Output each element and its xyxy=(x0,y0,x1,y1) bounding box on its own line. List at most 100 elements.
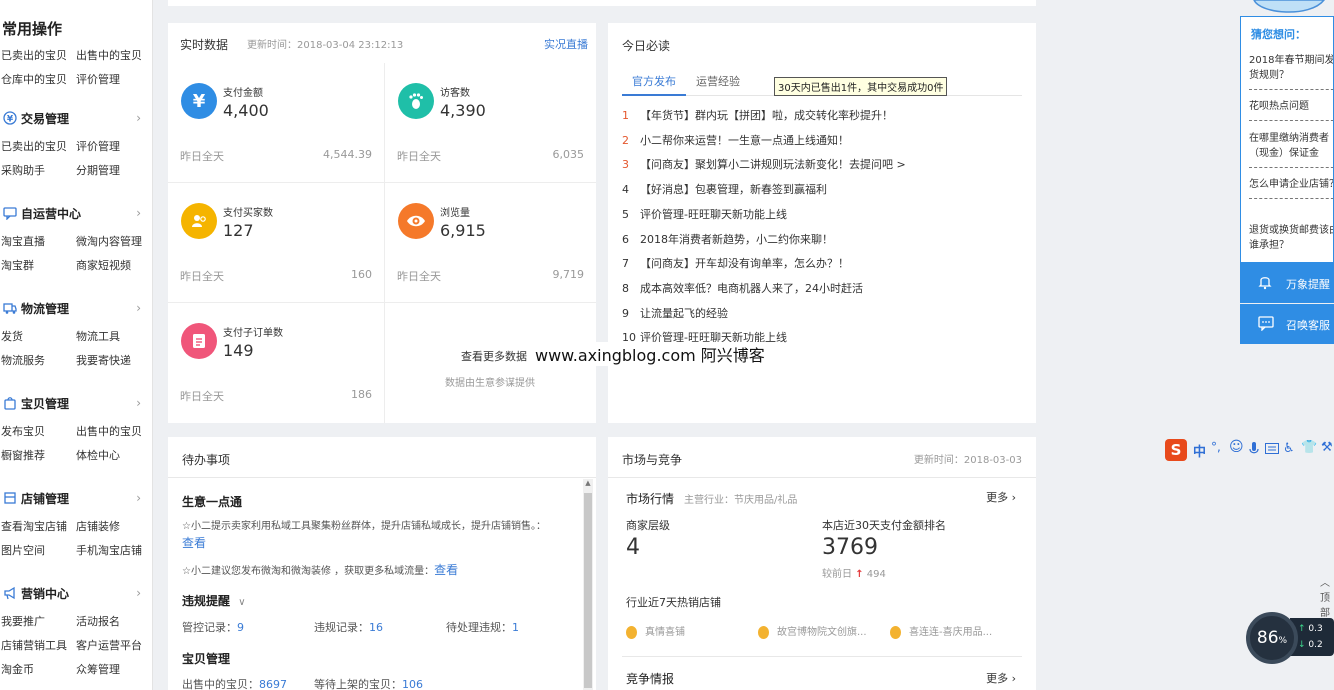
sidebar-group-trade-head[interactable]: ¥ 交易管理 › xyxy=(0,108,153,128)
chevron-right-icon: › xyxy=(136,491,141,505)
more-data-link[interactable]: 查看更多数据 xyxy=(461,348,527,364)
tab-experience[interactable]: 运营经验 xyxy=(696,73,740,89)
question-item[interactable]: 花呗热点问题 xyxy=(1249,99,1333,121)
live-link[interactable]: 实况直播 xyxy=(544,36,588,52)
news-item[interactable]: 2 小二帮你来运营！一生意一点通上线通知！ xyxy=(622,132,849,148)
sidebar-link[interactable]: 物流工具 xyxy=(76,328,120,344)
market-more-link[interactable]: 更多 › xyxy=(986,489,1016,505)
sidebar-group-goods-head[interactable]: 宝贝管理 › xyxy=(0,393,153,413)
sidebar-link[interactable]: 淘金币 xyxy=(1,661,34,677)
market-update-time: 更新时间：2018-03-03 xyxy=(913,455,1022,466)
tip-view-link[interactable]: 查看 xyxy=(434,563,458,577)
sidebar-link[interactable]: 客户运营平台 xyxy=(76,637,142,653)
scroll-thumb[interactable] xyxy=(584,493,592,688)
sidebar-link[interactable]: 物流服务 xyxy=(1,352,45,368)
sidebar-group-self-ops-head[interactable]: 自运营中心 › xyxy=(0,203,153,223)
news-item[interactable]: 9 让流量起飞的经验 xyxy=(622,305,728,321)
sidebar-link[interactable]: 淘宝直播 xyxy=(1,233,45,249)
question-item[interactable]: 2018年春节期间发货规则？ xyxy=(1249,53,1333,90)
reminder-button[interactable]: 万象提醒 xyxy=(1240,263,1334,303)
memory-gauge[interactable]: 86% xyxy=(1246,612,1298,664)
sidebar-link[interactable]: 我要寄快递 xyxy=(76,352,131,368)
sidebar-link[interactable]: 采购助手 xyxy=(1,162,45,178)
quick-link-on-sale[interactable]: 出售中的宝贝 xyxy=(76,47,142,63)
sidebar-link[interactable]: 查看淘宝店铺 xyxy=(1,518,67,534)
microphone-icon[interactable] xyxy=(1249,441,1259,460)
news-num: 6 xyxy=(622,233,629,246)
sidebar-link[interactable]: 发布宝贝 xyxy=(1,423,45,439)
quick-link-warehouse[interactable]: 仓库中的宝贝 xyxy=(1,71,67,87)
section-violation[interactable]: 违规提醒 ∨ xyxy=(182,592,246,609)
sidebar-group-trade: ¥ 交易管理 › xyxy=(0,108,153,128)
sidebar-link[interactable]: 众筹管理 xyxy=(76,661,120,677)
sidebar-link[interactable]: 店铺营销工具 xyxy=(1,637,67,653)
news-item[interactable]: 3 【问商友】聚划算小二讲规则玩法新变化！去提问吧 > xyxy=(622,156,906,172)
user-icon[interactable]: ♿ xyxy=(1283,441,1295,456)
sidebar-group-shop-head[interactable]: 店铺管理 › xyxy=(0,488,153,508)
news-item[interactable]: 1 【年货节】群内玩【拼团】啦，成交转化率秒提升！ xyxy=(622,107,893,123)
question-item[interactable]: 退货或换货邮费该由谁承担？ xyxy=(1249,223,1333,253)
shirt-icon[interactable]: 👕 xyxy=(1301,440,1317,455)
news-text: 【好消息】包裹管理，新春签到赢福利 xyxy=(640,183,827,196)
sidebar-group-label: 店铺管理 xyxy=(21,491,70,506)
metric-visitors[interactable]: 访客数 4,390 昨日全天 6,035 xyxy=(385,63,596,183)
stat-value: 8697 xyxy=(259,678,287,690)
keyboard-icon[interactable] xyxy=(1265,443,1279,457)
gauge-value: 86 xyxy=(1256,628,1279,648)
news-item[interactable]: 5 评价管理-旺旺聊天新功能上线 xyxy=(622,206,787,222)
tab-official[interactable]: 官方发布 xyxy=(622,73,686,96)
sidebar-link[interactable]: 我要推广 xyxy=(1,613,45,629)
violation-control[interactable]: 管控记录：9 xyxy=(182,619,244,635)
news-item[interactable]: 4 【好消息】包裹管理，新春签到赢福利 xyxy=(622,181,827,197)
sidebar-link[interactable]: 店铺装修 xyxy=(76,518,120,534)
sidebar-group-marketing-head[interactable]: 营销中心 › xyxy=(0,583,153,603)
tools-icon[interactable]: ⚒ xyxy=(1321,440,1333,455)
goods-on-sale[interactable]: 出售中的宝贝：8697 xyxy=(182,676,287,690)
violation-pending[interactable]: 待处理违规：1 xyxy=(446,619,519,635)
download-arrow-icon: ↓ xyxy=(1298,640,1306,650)
sidebar-link[interactable]: 已卖出的宝贝 xyxy=(1,138,67,154)
metric-pageviews[interactable]: 浏览量 6,915 昨日全天 9,719 xyxy=(385,183,596,303)
news-item[interactable]: 8 成本高效率低？电商机器人来了，24小时赶活 xyxy=(622,280,863,296)
hot-shop[interactable]: 故宫博物院文创旗... xyxy=(758,623,867,639)
sidebar-link[interactable]: 微淘内容管理 xyxy=(76,233,142,249)
sidebar-link[interactable]: 出售中的宝贝 xyxy=(76,423,142,439)
sidebar-link[interactable]: 橱窗推荐 xyxy=(1,447,45,463)
sidebar-link[interactable]: 手机淘宝店铺 xyxy=(76,542,142,558)
market-title: 市场与竞争 xyxy=(622,453,683,467)
punctuation-icon[interactable]: °, xyxy=(1211,440,1221,454)
hot-shop[interactable]: 真情喜铺 xyxy=(626,623,685,639)
sidebar-link[interactable]: 体检中心 xyxy=(76,447,120,463)
ime-chinese-toggle[interactable]: 中 xyxy=(1193,441,1206,460)
news-item[interactable]: 7 【问商友】开车却没有询单率，怎么办？！ xyxy=(622,255,849,271)
hot-shop[interactable]: 喜连连-喜庆用品... xyxy=(890,623,992,639)
metric-pay-amount[interactable]: ¥ 支付金额 4,400 昨日全天 4,544.39 xyxy=(168,63,385,183)
scrollbar[interactable]: ▲ xyxy=(583,479,593,690)
violation-records[interactable]: 违规记录：16 xyxy=(314,619,383,635)
sidebar-link[interactable]: 发货 xyxy=(1,328,23,344)
quick-link-sold[interactable]: 已卖出的宝贝 xyxy=(1,47,67,63)
compete-more-link[interactable]: 更多 › xyxy=(986,670,1016,686)
metric-buyers[interactable]: 支付买家数 127 昨日全天 160 xyxy=(168,183,385,303)
customer-service-button[interactable]: 召唤客服 xyxy=(1240,304,1334,344)
sidebar-link[interactable]: 活动报名 xyxy=(76,613,120,629)
quick-link-reviews[interactable]: 评价管理 xyxy=(76,71,120,87)
customer-service-label: 召唤客服 xyxy=(1286,319,1330,332)
scroll-up-icon[interactable]: ▲ xyxy=(583,479,593,491)
question-item[interactable]: 在哪里缴纳消费者（现金）保证金 xyxy=(1249,131,1333,168)
sidebar-link[interactable]: 评价管理 xyxy=(76,138,120,154)
svg-text:¥: ¥ xyxy=(6,115,13,125)
tip-view-link[interactable]: 查看 xyxy=(182,536,206,550)
emoji-icon[interactable]: ☺ xyxy=(1229,439,1244,455)
news-item[interactable]: 6 2018年消费者新趋势，小二约你来聊！ xyxy=(622,231,833,247)
question-item[interactable]: 怎么申请企业店铺？ xyxy=(1249,177,1333,199)
sogou-logo-icon[interactable]: S xyxy=(1165,439,1187,461)
goods-waiting[interactable]: 等待上架的宝贝：106 xyxy=(314,676,423,690)
sidebar-link[interactable]: 分期管理 xyxy=(76,162,120,178)
sidebar-link[interactable]: 淘宝群 xyxy=(1,257,34,273)
sidebar-link[interactable]: 图片空间 xyxy=(1,542,45,558)
sidebar-group-logistics-head[interactable]: 物流管理 › xyxy=(0,298,153,318)
sidebar-link[interactable]: 商家短视频 xyxy=(76,257,131,273)
metric-sub-orders[interactable]: 支付子订单数 149 昨日全天 186 xyxy=(168,303,385,423)
back-to-top-button[interactable]: ︿ 顶部 xyxy=(1316,574,1334,619)
